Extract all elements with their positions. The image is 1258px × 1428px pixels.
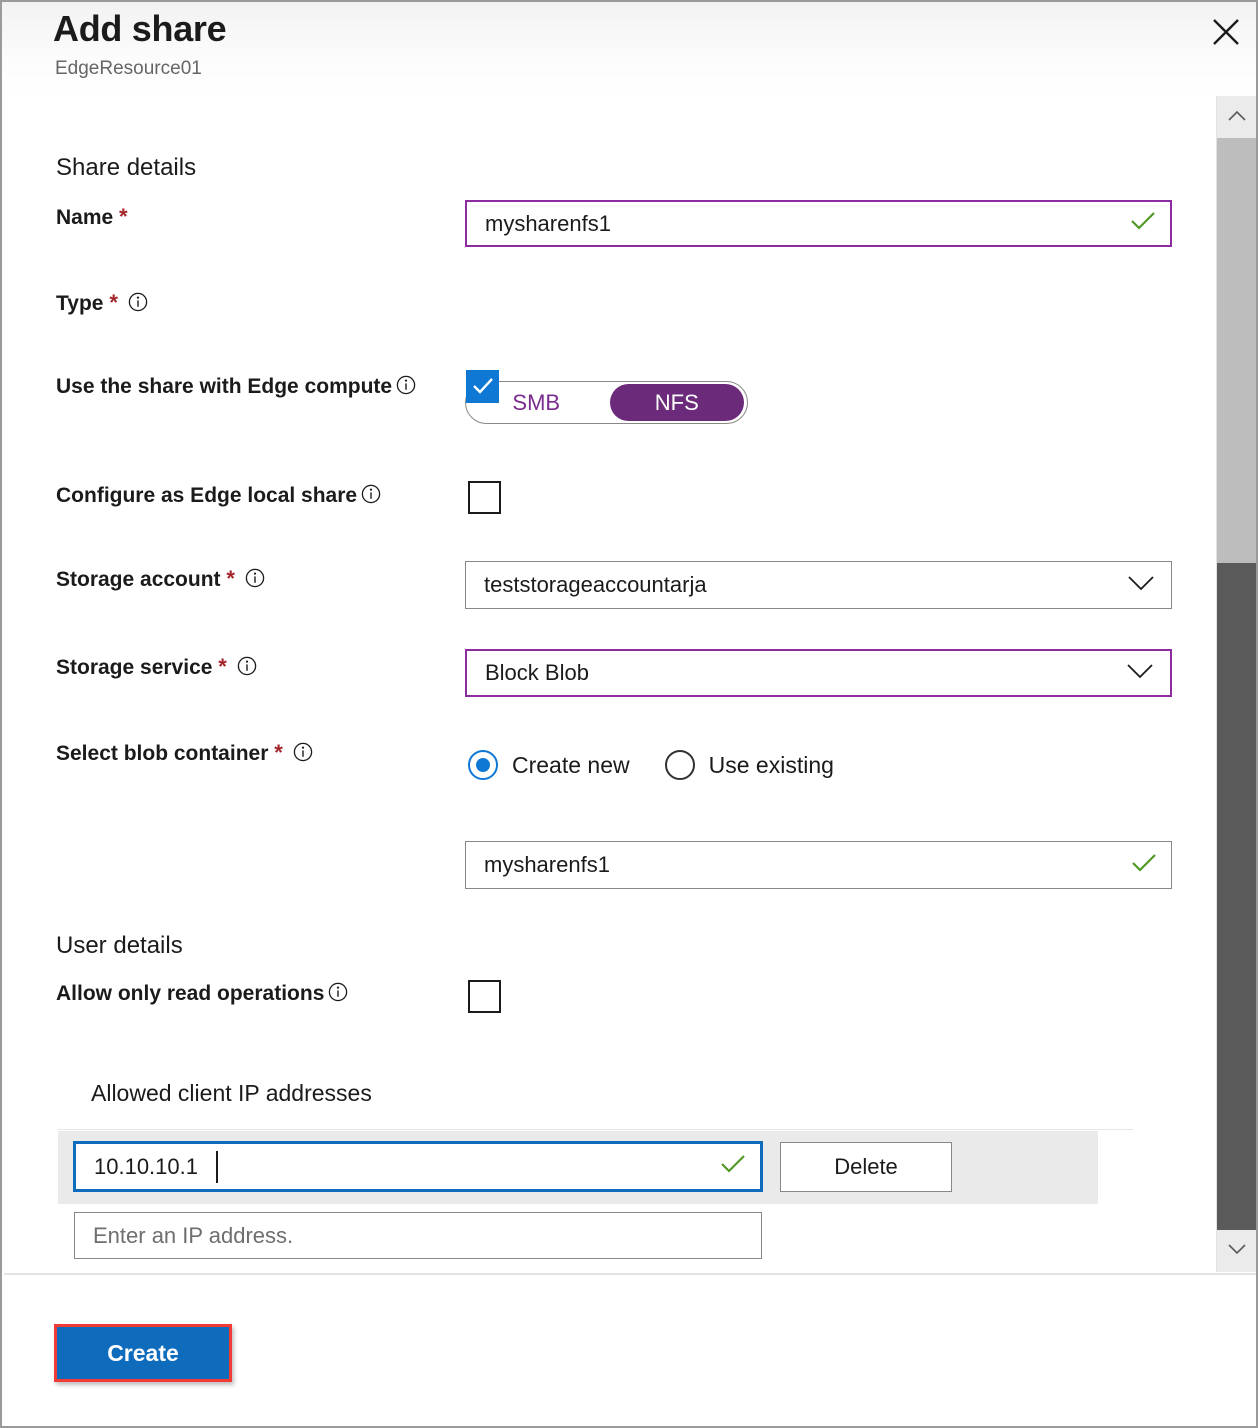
info-icon[interactable] <box>128 292 148 318</box>
section-user-details: User details <box>56 932 183 960</box>
edge-compute-checkbox[interactable] <box>466 370 499 403</box>
create-button-highlight: Create <box>54 1324 232 1382</box>
ip-address-input-1[interactable]: 10.10.10.1 <box>74 1142 762 1191</box>
share-name-input[interactable]: mysharenfs1 <box>465 200 1172 247</box>
edge-compute-label: Use the share with Edge compute <box>56 374 436 402</box>
valid-check-icon <box>1131 853 1157 878</box>
section-share-details: Share details <box>56 154 196 182</box>
vertical-scrollbar[interactable] <box>1216 96 1256 1272</box>
name-label: Name * <box>56 204 128 230</box>
info-icon[interactable] <box>361 484 381 510</box>
info-icon[interactable] <box>237 656 257 682</box>
close-icon[interactable] <box>1205 13 1247 51</box>
storage-account-dropdown[interactable]: teststorageaccountarja <box>465 561 1172 609</box>
resource-subtitle: EdgeResource01 <box>55 58 202 80</box>
type-label: Type * <box>56 290 148 318</box>
storage-service-label: Storage service * <box>56 654 257 682</box>
allowed-ip-label: Allowed client IP addresses <box>91 1080 372 1107</box>
text-cursor <box>216 1151 218 1183</box>
valid-check-icon <box>1130 211 1156 236</box>
read-only-label: Allow only read operations <box>56 982 348 1008</box>
type-option-nfs[interactable]: NFS <box>610 384 745 421</box>
storage-account-label: Storage account * <box>56 566 265 594</box>
add-share-dialog: Add share EdgeResource01 Share details <box>0 0 1258 1428</box>
blob-container-name-input[interactable]: mysharenfs1 <box>465 841 1172 889</box>
chevron-down-icon <box>1127 575 1155 596</box>
radio-create-new[interactable] <box>468 750 498 780</box>
dialog-header: Add share EdgeResource01 <box>2 2 1256 94</box>
storage-service-dropdown[interactable]: Block Blob <box>465 649 1172 697</box>
page-title: Add share <box>53 8 226 50</box>
share-type-toggle[interactable]: SMB NFS <box>465 381 748 424</box>
blob-container-label: Select blob container * <box>56 740 313 768</box>
chevron-down-icon[interactable] <box>1217 1230 1256 1272</box>
chevron-up-icon[interactable] <box>1217 96 1256 138</box>
ip-list-divider <box>58 1129 1133 1130</box>
radio-use-existing-label: Use existing <box>709 752 834 779</box>
footer-divider <box>4 1273 1258 1275</box>
chevron-down-icon <box>1126 663 1154 684</box>
info-icon[interactable] <box>293 742 313 768</box>
delete-ip-button[interactable]: Delete <box>780 1142 952 1192</box>
info-icon[interactable] <box>245 568 265 594</box>
scrollbar-track[interactable] <box>1217 138 1256 563</box>
valid-check-icon <box>720 1154 746 1179</box>
info-icon[interactable] <box>328 982 348 1008</box>
edge-local-checkbox[interactable] <box>468 481 501 514</box>
radio-create-new-label: Create new <box>512 752 630 779</box>
read-only-checkbox[interactable] <box>468 980 501 1013</box>
info-icon[interactable] <box>396 375 416 402</box>
radio-use-existing[interactable] <box>665 750 695 780</box>
edge-local-label: Configure as Edge local share <box>56 484 381 510</box>
ip-address-input-2[interactable]: Enter an IP address. <box>74 1212 762 1259</box>
create-button[interactable]: Create <box>57 1327 229 1379</box>
scrollbar-thumb[interactable] <box>1217 563 1256 1230</box>
blob-container-radio-group: Create new Use existing <box>468 750 834 780</box>
